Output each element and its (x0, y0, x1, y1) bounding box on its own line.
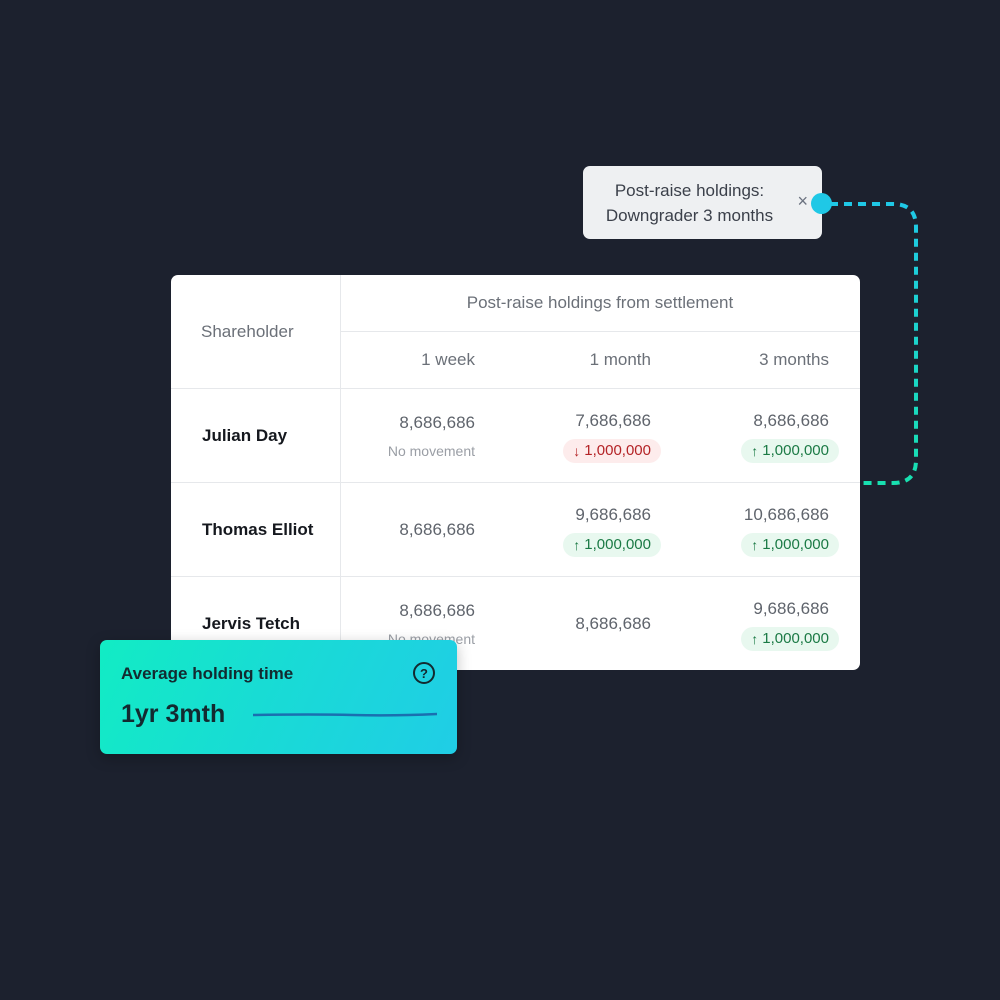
change-amount: 1,000,000 (584, 536, 651, 553)
holding-value: 9,686,686 (575, 505, 651, 524)
holding-value: 8,686,686 (399, 413, 475, 432)
close-icon[interactable]: × (797, 192, 808, 210)
tooltip-line-1: Post-raise holdings: (614, 181, 765, 200)
change-amount: 1,000,000 (584, 442, 651, 459)
holding-cell: 9,686,686 ↑ 1,000,000 (651, 577, 839, 670)
change-amount: 1,000,000 (762, 536, 829, 553)
holding-value: 7,686,686 (575, 411, 651, 430)
shareholder-name[interactable]: Julian Day (171, 389, 340, 483)
holdings-table: Shareholder Post-raise holdings from set… (171, 275, 860, 670)
holding-cell: 9,686,686 ↑ 1,000,000 (475, 483, 661, 577)
connector-dot (811, 193, 832, 214)
no-movement-label: No movement (387, 443, 475, 459)
arrow-down-icon: ↓ (573, 443, 581, 459)
arrow-up-icon: ↑ (751, 631, 759, 647)
holding-cell: 8,686,686 (475, 577, 651, 670)
average-holding-card: Average holding time ? 1yr 3mth (100, 640, 457, 754)
arrow-up-icon: ↑ (573, 537, 581, 553)
header-3-months[interactable]: 3 months (651, 331, 829, 388)
header-1-month[interactable]: 1 month (475, 331, 651, 388)
holding-cell: 10,686,686 ↑ 1,000,000 (651, 483, 839, 577)
header-shareholder: Shareholder (201, 321, 294, 341)
increase-badge: ↑ 1,000,000 (741, 533, 839, 557)
holding-value: 8,686,686 (753, 411, 829, 430)
avg-holding-value: 1yr 3mth (121, 700, 226, 728)
increase-badge: ↑ 1,000,000 (741, 627, 839, 651)
holding-value: 8,686,686 (399, 520, 475, 539)
shareholder-name[interactable]: Thomas Elliot (171, 483, 340, 577)
arrow-up-icon: ↑ (751, 443, 759, 459)
change-amount: 1,000,000 (762, 630, 829, 647)
holding-value: 8,686,686 (399, 601, 475, 620)
decrease-badge: ↓ 1,000,000 (563, 439, 661, 463)
header-group: Post-raise holdings from settlement (466, 293, 734, 312)
change-amount: 1,000,000 (762, 442, 829, 459)
header-1-week[interactable]: 1 week (340, 331, 475, 388)
holding-value: 9,686,686 (753, 599, 829, 618)
avg-holding-title: Average holding time (121, 664, 294, 683)
holding-cell: 7,686,686 ↓ 1,000,000 (475, 389, 661, 483)
holding-cell: 8,686,686 ↑ 1,000,000 (651, 389, 839, 483)
holding-value: 8,686,686 (575, 614, 651, 633)
increase-badge: ↑ 1,000,000 (741, 439, 839, 463)
increase-badge: ↑ 1,000,000 (563, 533, 661, 557)
tooltip-line-2: Downgrader 3 months (605, 206, 774, 225)
filter-tooltip: Post-raise holdings: Downgrader 3 months… (583, 166, 822, 239)
arrow-up-icon: ↑ (751, 537, 759, 553)
sparkline (253, 712, 437, 717)
holding-value: 10,686,686 (743, 505, 829, 524)
holding-cell: 8,686,686 No movement (340, 389, 475, 483)
help-icon[interactable]: ? (413, 662, 435, 684)
holding-cell: 8,686,686 (340, 483, 475, 577)
